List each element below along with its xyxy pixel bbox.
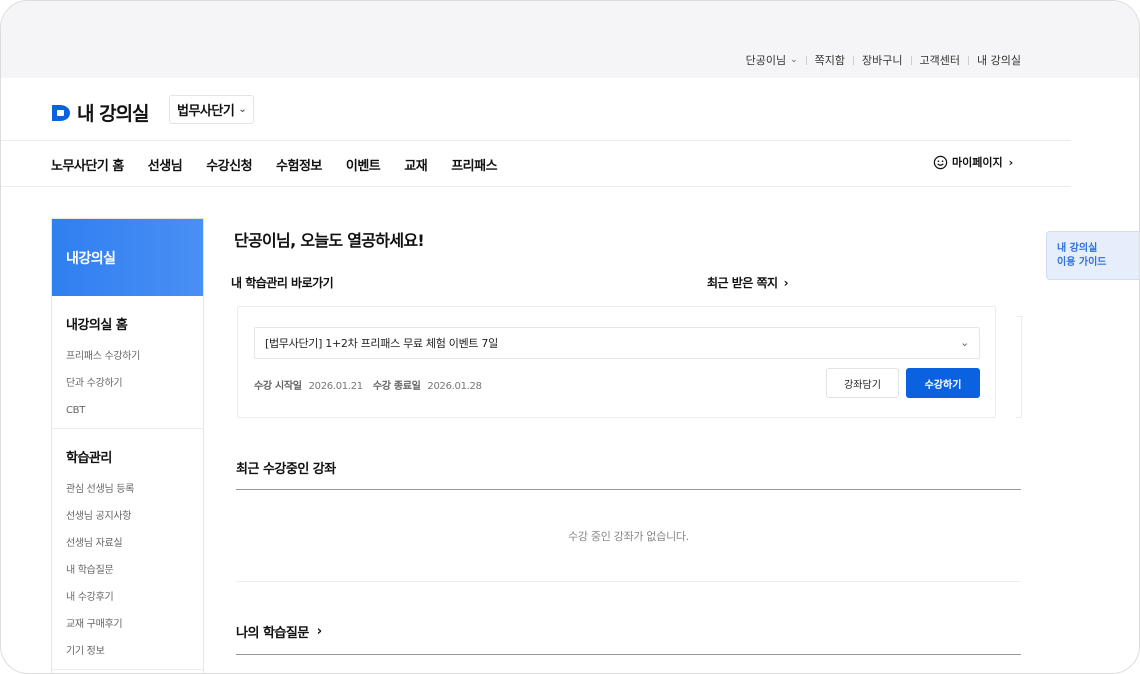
sidebar-item-my-reviews[interactable]: 내 수강후기 bbox=[66, 584, 203, 611]
enroll-button[interactable]: 수강하기 bbox=[906, 368, 980, 398]
chevron-down-icon: ⌄ bbox=[238, 104, 247, 115]
sidebar-item-freepass[interactable]: 프리패스 수강하기 bbox=[66, 343, 203, 370]
sidebar-item-favorite-teachers[interactable]: 관심 선생님 등록 bbox=[66, 476, 203, 503]
page-frame: 단공이님 ⌄ 쪽지함 장바구니 고객센터 내 강의실 내 강의실 법무사단기 ⌄ bbox=[0, 0, 1140, 674]
end-date-label: 수강 종료일 bbox=[372, 381, 421, 392]
divider bbox=[805, 55, 807, 65]
nav-textbooks[interactable]: 교재 bbox=[404, 155, 427, 174]
guide-line-2: 이용 가이드 bbox=[1057, 257, 1107, 268]
sidebar-item-study-management[interactable]: 학습관리 bbox=[66, 447, 203, 466]
sidebar-item-teacher-notices[interactable]: 선생님 공지사항 bbox=[66, 503, 203, 530]
greeting-title: 단공이님, 오늘도 열공하세요! bbox=[234, 231, 425, 250]
my-questions-link[interactable]: 나의 학습질문 › bbox=[236, 622, 322, 641]
sidebar-item-book-reviews[interactable]: 교재 구매후기 bbox=[66, 611, 203, 638]
divider bbox=[910, 55, 912, 65]
my-questions-title: 나의 학습질문 bbox=[236, 626, 309, 641]
divider bbox=[968, 55, 970, 65]
main-nav-items: 노무사단기 홈 선생님 수강신청 수험정보 이벤트 교재 프리패스 bbox=[51, 155, 521, 174]
utility-nav: 단공이님 ⌄ 쪽지함 장바구니 고객센터 내 강의실 bbox=[746, 52, 1021, 68]
messages-link[interactable]: 쪽지함 bbox=[815, 52, 845, 68]
user-name: 단공이님 bbox=[745, 54, 787, 67]
sidebar-item-single-course[interactable]: 단과 수강하기 bbox=[66, 370, 203, 397]
sidebar-section-study: 학습관리 관심 선생님 등록 선생님 공지사항 선생님 자료실 내 학습질문 내… bbox=[52, 429, 203, 670]
chevron-down-icon: ⌄ bbox=[960, 336, 969, 349]
divider bbox=[236, 654, 1021, 655]
recent-messages-link[interactable]: 최근 받은 쪽지 › bbox=[707, 274, 789, 291]
usage-guide-button[interactable]: 내 강의실 이용 가이드 bbox=[1046, 231, 1139, 280]
logo-text: 내 강의실 bbox=[77, 103, 150, 125]
divider bbox=[236, 489, 1021, 490]
site-select-value: 법무사단기 bbox=[177, 104, 235, 119]
start-date: 수강 시작일 2026.01.21 bbox=[254, 377, 363, 392]
recent-messages-label: 최근 받은 쪽지 bbox=[707, 276, 778, 290]
course-select[interactable]: [법무사단기] 1+2차 프리패스 무료 체험 이벤트 7일 ⌄ bbox=[254, 327, 980, 359]
user-menu[interactable]: 단공이님 ⌄ bbox=[746, 52, 798, 68]
mypage-label: 마이페이지 bbox=[952, 156, 1003, 169]
sidebar: 내강의실 내강의실 홈 프리패스 수강하기 단과 수강하기 CBT 학습관리 관… bbox=[51, 218, 204, 673]
logo-mark-icon bbox=[52, 104, 70, 121]
logo[interactable]: 내 강의실 bbox=[51, 99, 150, 126]
sidebar-item-cbt[interactable]: CBT bbox=[66, 397, 203, 424]
end-date: 수강 종료일 2026.01.28 bbox=[373, 377, 482, 392]
guide-line-1: 내 강의실 bbox=[1057, 243, 1098, 254]
site-select[interactable]: 법무사단기 ⌄ bbox=[169, 95, 255, 124]
course-card: [법무사단기] 1+2차 프리패스 무료 체험 이벤트 7일 ⌄ 수강 시작일 … bbox=[237, 306, 996, 418]
chevron-right-icon: › bbox=[316, 624, 322, 639]
sidebar-item-classroom-home[interactable]: 내강의실 홈 bbox=[66, 314, 203, 333]
start-date-value: 2026.01.21 bbox=[308, 381, 364, 392]
customer-center-link[interactable]: 고객센터 bbox=[920, 52, 960, 68]
sidebar-item-teacher-files[interactable]: 선생님 자료실 bbox=[66, 530, 203, 557]
nav-home[interactable]: 노무사단기 홈 bbox=[51, 155, 124, 174]
divider bbox=[853, 55, 855, 65]
sidebar-section-home: 내강의실 홈 프리패스 수강하기 단과 수강하기 CBT bbox=[52, 296, 203, 429]
chevron-right-icon: › bbox=[1008, 155, 1014, 169]
smile-icon bbox=[933, 155, 948, 169]
recent-courses-title: 최근 수강중인 강좌 bbox=[236, 462, 336, 477]
cart-link[interactable]: 장바구니 bbox=[862, 52, 902, 68]
my-classroom-link[interactable]: 내 강의실 bbox=[977, 52, 1021, 68]
nav-freepass[interactable]: 프리패스 bbox=[451, 155, 497, 174]
next-card-edge bbox=[1016, 316, 1022, 418]
chevron-right-icon: › bbox=[783, 275, 789, 290]
add-to-cart-button[interactable]: 강좌담기 bbox=[826, 368, 899, 398]
chevron-down-icon: ⌄ bbox=[790, 55, 798, 65]
shortcut-label: 내 학습관리 바로가기 bbox=[231, 276, 334, 290]
recent-courses-empty: 수강 중인 강좌가 없습니다. bbox=[568, 530, 689, 543]
nav-exam-info[interactable]: 수험정보 bbox=[276, 155, 322, 174]
main-nav: 노무사단기 홈 선생님 수강신청 수험정보 이벤트 교재 프리패스 마이페이지 … bbox=[1, 141, 1071, 187]
sidebar-item-device-info[interactable]: 기기 정보 bbox=[66, 638, 203, 665]
site-header: 내 강의실 법무사단기 ⌄ bbox=[1, 78, 1071, 141]
divider bbox=[236, 581, 1021, 582]
utility-bar: 단공이님 ⌄ 쪽지함 장바구니 고객센터 내 강의실 bbox=[1, 1, 1139, 78]
end-date-value: 2026.01.28 bbox=[427, 381, 482, 392]
nav-enrollment[interactable]: 수강신청 bbox=[206, 155, 252, 174]
sidebar-item-my-questions[interactable]: 내 학습질문 bbox=[66, 557, 203, 584]
course-select-value: [법무사단기] 1+2차 프리패스 무료 체험 이벤트 7일 bbox=[265, 337, 498, 350]
nav-teachers[interactable]: 선생님 bbox=[148, 155, 183, 174]
nav-events[interactable]: 이벤트 bbox=[346, 155, 381, 174]
course-dates: 수강 시작일 2026.01.21 수강 종료일 2026.01.28 bbox=[254, 377, 492, 392]
sidebar-title: 내강의실 bbox=[52, 219, 203, 296]
start-date-label: 수강 시작일 bbox=[254, 381, 302, 392]
mypage-link[interactable]: 마이페이지 › bbox=[933, 154, 1013, 170]
